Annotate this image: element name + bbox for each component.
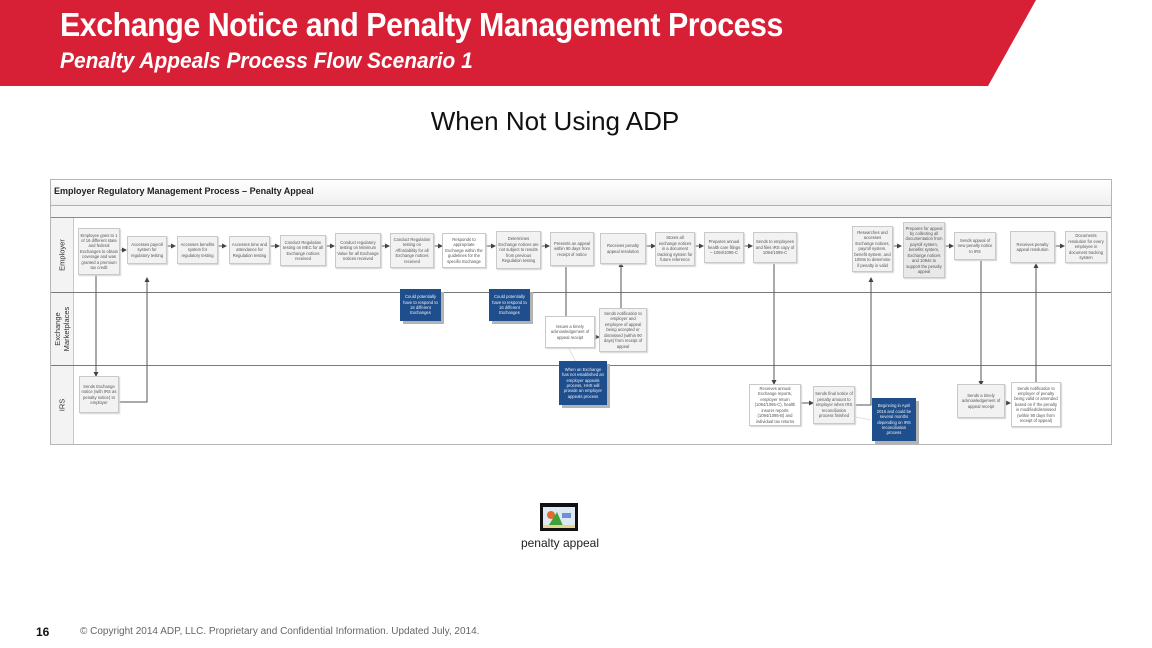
step-x1: Issues a timely acknowledgement of appea… <box>545 316 595 348</box>
process-flow-diagram: Employer Regulatory Management Process –… <box>50 179 1112 445</box>
lane-label-employer: Employer <box>51 218 74 292</box>
step-e10: Presents an appeal within 90 days from r… <box>550 232 594 266</box>
step-i1: Sends Exchange notice (with IRS as penal… <box>79 376 119 413</box>
note-n4: Beginning in April 2016 and could be sev… <box>872 398 916 441</box>
step-e16: Prepares for appeal by collecting all do… <box>903 222 945 278</box>
note-n2: Could potentially have to respond to 16 … <box>489 289 530 321</box>
page-subtitle: Penalty Appeals Process Flow Scenario 1 <box>60 48 473 73</box>
step-i2: Receives annual Exchange reports, employ… <box>749 384 801 426</box>
copyright-text: © Copyright 2014 ADP, LLC. Proprietary a… <box>80 626 480 637</box>
step-e8: Responds to appropriate Exchange within … <box>442 233 486 268</box>
step-e1: Employee goes to 1 of 16 different state… <box>78 228 120 275</box>
step-e19: Documents resolution for every employee … <box>1065 231 1107 263</box>
step-e18: Receives penalty appeal resolution <box>1010 231 1055 263</box>
step-e13: Prepares annual health care filings – 10… <box>704 232 744 263</box>
step-e17: Sends appeal of new penalty notice to IR… <box>954 232 996 260</box>
step-e7: Conduct Regulation testing on Affordabil… <box>390 233 434 268</box>
step-i3: Sends final notice of penalty amount to … <box>813 386 855 424</box>
diagram-subheader <box>51 206 1111 218</box>
penalty-appeal-attachment[interactable] <box>540 503 578 531</box>
image-file-icon <box>540 503 578 531</box>
step-e12: Stores all exchange notices in a documen… <box>655 232 695 266</box>
step-e14: Sends to employees and files IRS copy of… <box>753 232 797 263</box>
step-e2: Accesses payroll system for regulatory t… <box>127 236 167 264</box>
step-e9: Determines Exchange notices are not subj… <box>496 231 541 269</box>
step-e15: Researches and accesses Exchange notices… <box>852 226 893 272</box>
lane-label-irs: IRS <box>51 366 74 444</box>
section-heading: When Not Using ADP <box>430 106 680 136</box>
note-n3: When an Exchange has not established an … <box>559 361 607 405</box>
step-e3: Accesses benefits system for regulatory … <box>177 236 218 264</box>
header-banner: Exchange Notice and Penalty Management P… <box>0 0 1152 86</box>
page-title: Exchange Notice and Penalty Management P… <box>60 6 783 43</box>
step-i4: Sends a timely acknowledgement of appeal… <box>957 384 1005 418</box>
lane-label-exchange: Exchange Marketplaces <box>51 293 74 365</box>
page-number: 16 <box>36 625 50 639</box>
step-e5: Conduct Regulation testing on MEC for al… <box>280 235 326 266</box>
diagram-title-bar: Employer Regulatory Management Process –… <box>51 180 1111 206</box>
diagram-title: Employer Regulatory Management Process –… <box>54 186 314 196</box>
step-x2: Sends notification to employer and emplo… <box>599 308 647 352</box>
step-e4: Accesses time and attendance for Regulat… <box>229 236 270 264</box>
step-e6: Conduct regulatory testing on Minimum Va… <box>335 233 381 268</box>
step-i5: Sends notification to employer of penalt… <box>1011 382 1061 427</box>
note-n1: Could potentially have to respond to 16 … <box>400 289 441 321</box>
attachment-label[interactable]: penalty appeal <box>500 536 620 550</box>
step-e11: Receives penalty appeal resolution <box>600 233 646 264</box>
